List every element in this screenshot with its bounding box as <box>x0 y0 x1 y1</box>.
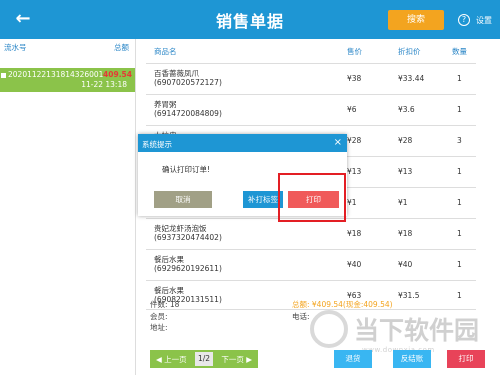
col-discount-header: 折扣价 <box>398 47 421 56</box>
order-detail-table: 商品名 售价 折扣价 数量 百香蔷薇凤爪 (6907020572127) ¥38 … <box>146 39 492 310</box>
item-price: ¥40 <box>347 260 362 269</box>
close-icon[interactable]: × <box>334 137 342 148</box>
selected-marker-icon <box>1 73 6 78</box>
member-label: 会员: <box>150 312 168 321</box>
col-name-header: 商品名 <box>154 47 177 56</box>
prev-page-button[interactable]: ◀ 上一页 <box>150 354 193 365</box>
item-count: 件数: 18 <box>150 300 180 309</box>
order-list-item[interactable]: 20201122131814326001 409.54 11-22 13:18 <box>0 68 135 92</box>
settings-button[interactable]: ? 设置 <box>458 11 492 29</box>
watermark: 当下软件园 www.downxia.com <box>310 310 480 354</box>
order-amount: 409.54 <box>103 70 132 79</box>
search-button[interactable]: 搜索 <box>388 10 444 30</box>
item-qty: 1 <box>457 291 462 300</box>
unsettle-button[interactable]: 反结账 <box>393 350 431 368</box>
reprint-label-button[interactable]: 补打标签 <box>243 191 283 208</box>
table-row[interactable]: 贵妃龙虾汤泡饭 (6937320474402) ¥18 ¥18 1 <box>146 218 476 248</box>
item-discount: ¥1 <box>398 198 408 207</box>
item-discount: ¥28 <box>398 136 413 145</box>
item-discount: ¥40 <box>398 260 413 269</box>
table-row[interactable]: 百香蔷薇凤爪 (6907020572127) ¥38 ¥33.44 1 <box>146 63 476 93</box>
item-qty: 1 <box>457 105 462 114</box>
item-price: ¥13 <box>347 167 362 176</box>
address-label: 地址: <box>150 323 168 332</box>
order-serial: 20201122131814326001 <box>8 70 104 79</box>
item-code: (6907020572127) <box>154 78 222 87</box>
cancel-button[interactable]: 取消 <box>154 191 212 208</box>
watermark-text: 当下软件园 <box>354 316 480 345</box>
phone-label: 电话: <box>292 312 310 321</box>
item-qty: 1 <box>457 229 462 238</box>
item-name: 百香蔷薇凤爪 <box>154 69 199 78</box>
order-time: 11-22 13:18 <box>81 80 127 89</box>
item-qty: 1 <box>457 167 462 176</box>
item-price: ¥38 <box>347 74 362 83</box>
item-code: (6914720084809) <box>154 109 222 118</box>
next-page-button[interactable]: 下一页 ▶ <box>215 354 258 365</box>
item-qty: 3 <box>457 136 462 145</box>
item-qty: 1 <box>457 260 462 269</box>
item-discount: ¥33.44 <box>398 74 425 83</box>
item-discount: ¥13 <box>398 167 413 176</box>
order-total: 总额: ¥409.54(现金:409.54) <box>292 300 393 309</box>
col-price-header: 售价 <box>347 47 362 56</box>
item-name: 餐后水果 <box>154 255 184 264</box>
col-amount-label: 总额 <box>114 43 129 52</box>
item-code: (6929620192611) <box>154 264 222 273</box>
question-circle-icon: ? <box>458 14 470 26</box>
item-price: ¥6 <box>347 105 357 114</box>
highlight-box <box>278 173 346 222</box>
top-bar: ← 销售单据 搜索 ? 设置 <box>0 0 500 39</box>
table-row[interactable]: 餐后水果 (6929620192611) ¥40 ¥40 1 <box>146 249 476 279</box>
table-header: 商品名 售价 折扣价 数量 <box>146 39 492 57</box>
item-name: 餐后水果 <box>154 286 184 295</box>
item-qty: 1 <box>457 198 462 207</box>
item-name: 贵妃龙虾汤泡饭 <box>154 224 207 233</box>
item-name: 养胃粥 <box>154 100 177 109</box>
dialog-header: 系统提示 × <box>138 134 347 152</box>
return-button[interactable]: 退货 <box>334 350 372 368</box>
item-code: (6937320474402) <box>154 233 222 242</box>
item-qty: 1 <box>457 74 462 83</box>
dialog-title: 系统提示 <box>142 140 172 149</box>
item-discount: ¥3.6 <box>398 105 415 114</box>
col-serial-label: 流水号 <box>4 43 27 52</box>
item-discount: ¥18 <box>398 229 413 238</box>
prev-page-label: 上一页 <box>164 354 187 364</box>
watermark-logo-icon <box>310 310 348 348</box>
item-price: ¥18 <box>347 229 362 238</box>
settings-label: 设置 <box>476 15 492 25</box>
table-row[interactable]: 养胃粥 (6914720084809) ¥6 ¥3.6 1 <box>146 94 476 124</box>
order-list-header: 流水号 总额 <box>0 39 135 53</box>
item-price: ¥1 <box>347 198 357 207</box>
print-order-button[interactable]: 打印 <box>447 350 485 368</box>
col-qty-header: 数量 <box>452 47 467 56</box>
item-discount: ¥31.5 <box>398 291 420 300</box>
next-page-label: 下一页 <box>221 354 244 364</box>
order-list-panel: 流水号 总额 20201122131814326001 409.54 11-22… <box>0 39 136 375</box>
item-price: ¥28 <box>347 136 362 145</box>
dialog-message: 确认打印订单! <box>162 165 211 174</box>
pagination: ◀ 上一页 1/2 下一页 ▶ <box>150 350 258 368</box>
page-number: 1/2 <box>194 352 214 366</box>
